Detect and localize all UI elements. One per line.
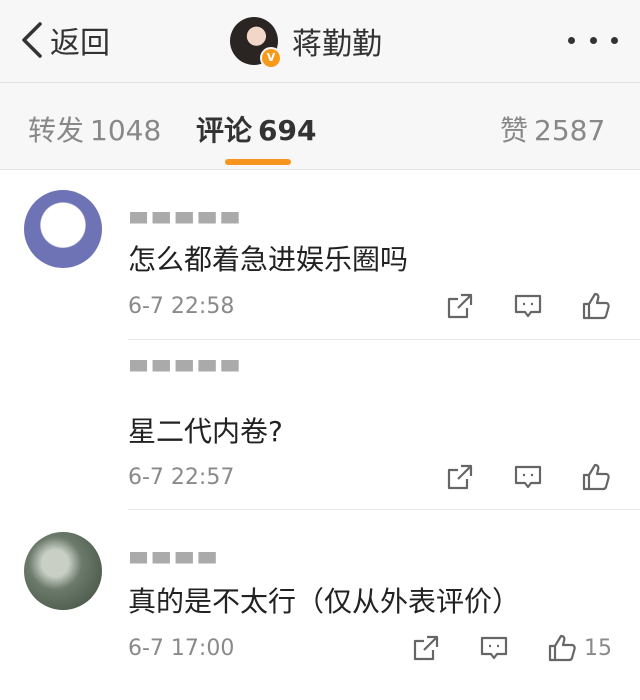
thumbs-up-icon [582,463,610,491]
profile-header[interactable]: V 蒋勤勤 [230,14,382,69]
comment-actions [0,459,640,495]
comment-icon [480,636,508,660]
back-label: 返回 [50,26,110,61]
more-dots-icon[interactable] [568,30,618,50]
tab-likes-label: 赞 [500,114,529,147]
comment-text: 星二代内卷? [128,415,283,448]
share-icon [447,293,473,319]
comment-button[interactable] [512,459,544,495]
tab-repost[interactable]: 转发 1048 [28,109,161,149]
thumbs-up-icon [582,292,610,320]
comment-button[interactable] [512,288,544,324]
tab-repost-count: 1048 [90,114,162,147]
comment-item: ▀▀▀▀▀ 星二代内卷? 6-7 22:57 [0,340,640,510]
like-count: 15 [584,635,612,661]
like-button[interactable] [580,288,618,324]
comment-username-obscured[interactable]: ▀▀▀▀▀ [130,360,245,374]
comment-item: ▀▀▀▀ 真的是不太行（仅从外表评价） 6-7 17:00 15 [0,510,640,700]
comment-username-obscured[interactable]: ▀▀▀▀▀ [130,212,245,226]
profile-name: 蒋勤勤 [292,27,382,62]
comment-button[interactable] [478,630,510,666]
verified-badge: V [260,47,282,69]
tab-comments-count: 694 [258,114,317,147]
tab-comments[interactable]: 评论 694 [196,109,316,149]
share-button[interactable] [444,288,476,324]
thumbs-up-icon [548,634,576,662]
like-button[interactable] [580,459,618,495]
tab-likes-count: 2587 [534,114,606,147]
comment-avatar[interactable] [24,190,102,268]
chevron-left-icon [22,22,42,58]
comment-item: ▀▀▀▀▀ 怎么都着急进娱乐圈吗 6-7 22:58 [0,170,640,340]
avatar[interactable]: V [230,17,282,69]
comment-icon [514,465,542,489]
like-button[interactable]: 15 [546,630,612,666]
tab-repost-label: 转发 [28,114,85,147]
active-tab-indicator [225,159,291,165]
comment-icon [514,294,542,318]
comment-actions [0,288,640,324]
back-button[interactable]: 返回 [18,18,110,62]
share-button[interactable] [410,630,442,666]
comment-text: 怎么都着急进娱乐圈吗 [128,243,409,276]
share-icon [413,635,439,661]
share-icon [447,464,473,490]
comment-username-obscured[interactable]: ▀▀▀▀ [130,552,222,566]
comment-actions: 15 [0,630,640,666]
share-button[interactable] [444,459,476,495]
comment-avatar[interactable] [24,532,102,610]
top-navbar: 返回 V 蒋勤勤 [0,0,640,83]
tab-likes[interactable]: 赞 2587 [500,109,605,149]
comment-text: 真的是不太行（仅从外表评价） [128,585,521,618]
tab-comments-label: 评论 [196,114,253,147]
comment-avatar[interactable] [24,366,102,444]
tab-bar: 转发 1048 评论 694 赞 2587 [0,83,640,170]
